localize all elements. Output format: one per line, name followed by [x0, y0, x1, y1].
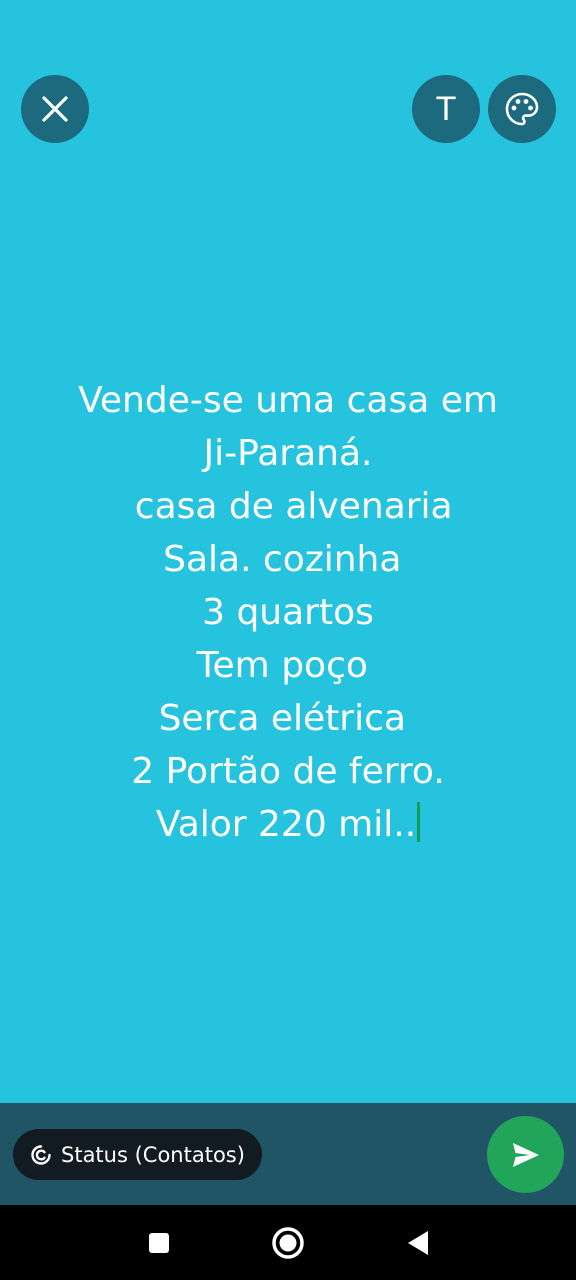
status-text-line: Tem poço [196, 645, 380, 686]
circle-home-icon [272, 1227, 304, 1259]
triangle-back-icon [408, 1231, 428, 1255]
status-audience-selector[interactable]: Status (Contatos) [13, 1129, 262, 1180]
status-text-line: Vende-se uma casa em [78, 380, 498, 421]
status-text-line: Valor 220 mil.. [155, 804, 417, 845]
audience-label: Status (Contatos) [61, 1142, 245, 1167]
status-text-line: Ji-Paraná. [203, 433, 373, 474]
close-button[interactable] [21, 75, 89, 143]
status-text-line: Sala. cozinha [163, 539, 413, 580]
status-canvas[interactable]: T Vende-se uma casa em Ji-Paraná. casa d… [0, 0, 576, 1103]
text-cursor [417, 802, 421, 842]
status-text-line: 3 quartos [202, 592, 374, 633]
home-button[interactable] [268, 1223, 308, 1263]
status-text-line: casa de alvenaria [123, 486, 453, 527]
square-icon [149, 1233, 169, 1253]
status-ring-icon [31, 1144, 51, 1165]
status-text-line: 2 Portão de ferro. [131, 751, 445, 792]
palette-icon [505, 92, 539, 126]
status-text-last-line: Valor 220 mil.. [0, 798, 576, 851]
text-style-button[interactable]: T [412, 75, 480, 143]
send-button[interactable] [487, 1116, 564, 1193]
system-navigation-bar [0, 1205, 576, 1280]
color-palette-button[interactable] [488, 75, 556, 143]
text-icon: T [435, 90, 457, 128]
status-text-line: Serca elétrica [158, 698, 418, 739]
send-icon [512, 1142, 539, 1167]
recents-button[interactable] [139, 1223, 179, 1263]
status-text-editor[interactable]: Vende-se uma casa em Ji-Paraná. casa de … [0, 374, 576, 851]
close-icon [42, 96, 68, 122]
back-button[interactable] [398, 1223, 438, 1263]
bottom-bar: Status (Contatos) [0, 1103, 576, 1205]
